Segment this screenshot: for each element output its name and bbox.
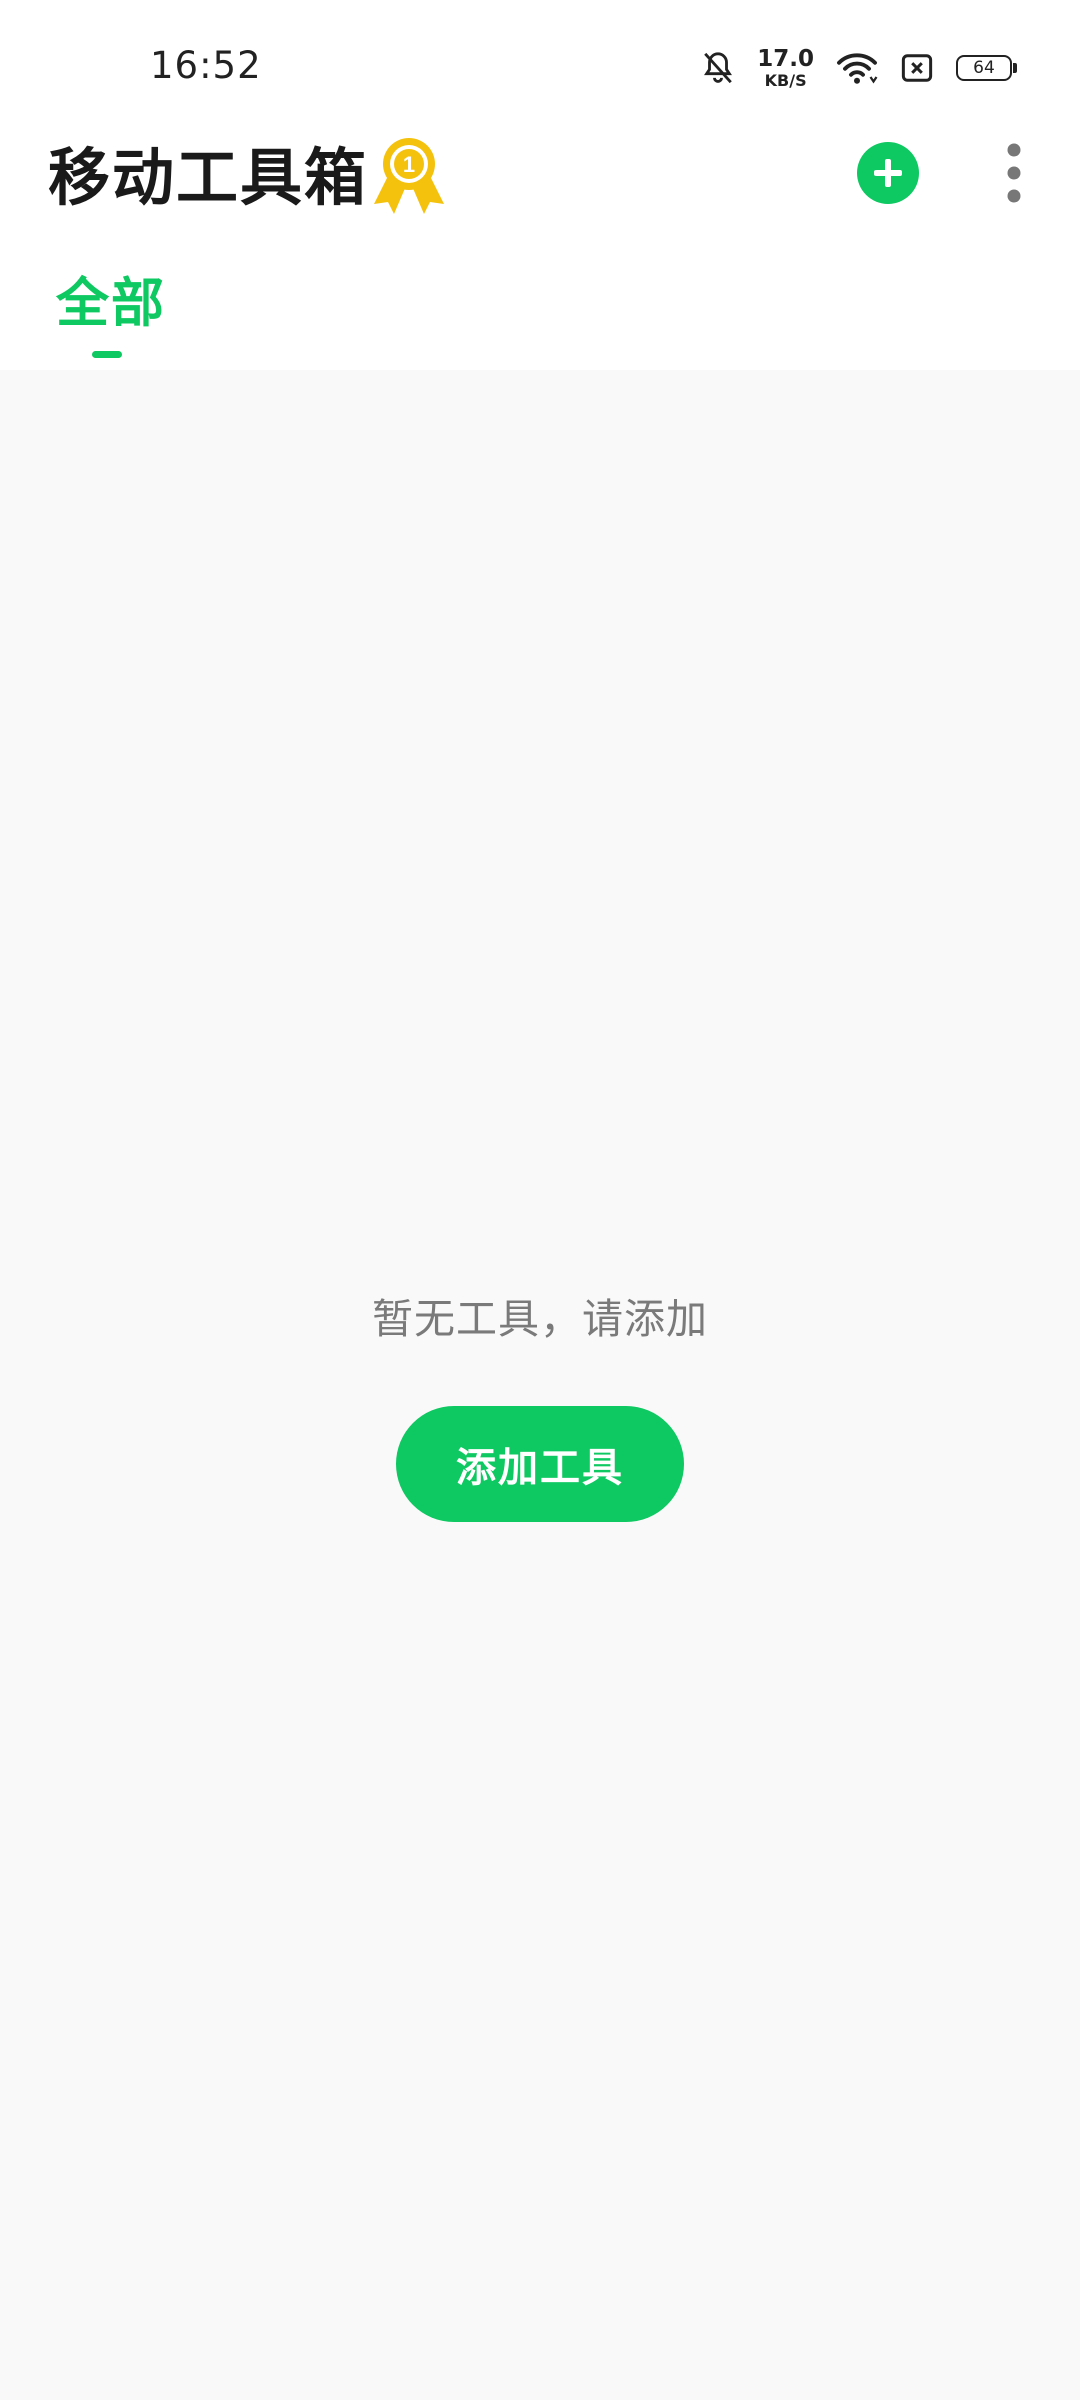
network-speed: 17.0 KB/S [757, 45, 814, 90]
wifi-icon [837, 53, 878, 84]
add-tool-icon-button[interactable] [857, 142, 919, 204]
status-icons: 17.0 KB/S 64 [701, 44, 1017, 92]
plus-icon [874, 159, 902, 187]
page-title: 移动工具箱 [48, 141, 369, 214]
network-speed-value: 17.0 [757, 45, 814, 72]
category-tabs: 全部 [0, 260, 1080, 360]
tab-active-indicator [92, 351, 122, 358]
medal-rank-1-icon: 1 [374, 138, 444, 214]
more-vertical-icon [1007, 143, 1021, 203]
medal-number: 1 [403, 152, 415, 177]
status-bar: 16:52 17.0 KB/S 64 [0, 0, 1080, 135]
empty-state-message: 暂无工具，请添加 [372, 1295, 708, 1343]
bell-off-icon [704, 52, 733, 84]
tab-label: 全部 [56, 273, 166, 334]
network-speed-unit: KB/S [764, 70, 807, 90]
status-time: 16:52 [150, 44, 262, 87]
more-options-button[interactable] [990, 140, 1038, 206]
top-area: 16:52 17.0 KB/S 64 移动工具箱 1 全部 [0, 0, 1080, 370]
app-header: 移动工具箱 1 [0, 130, 1080, 240]
tab-all[interactable]: 全部 [56, 272, 166, 358]
battery-icon: 64 [956, 55, 1017, 81]
battery-level: 64 [973, 57, 995, 78]
sim-error-icon [901, 54, 933, 82]
empty-state: 暂无工具，请添加 添加工具 [0, 1295, 1080, 1523]
add-tool-button[interactable]: 添加工具 [396, 1406, 684, 1523]
